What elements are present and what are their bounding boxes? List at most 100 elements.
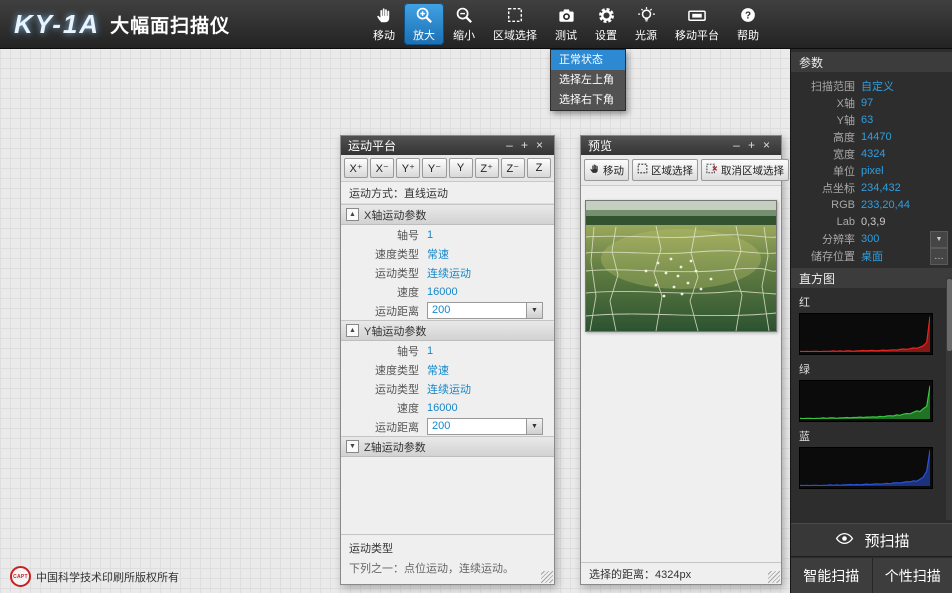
footer-description: 下列之一：点位运动，连续运动。 — [349, 560, 546, 576]
row-value[interactable]: 16000 — [427, 402, 458, 414]
tool-help[interactable]: ? 帮助 — [728, 0, 768, 48]
scrollbar-thumb[interactable] — [947, 279, 952, 351]
motion-mode-value: 直线运动 — [404, 185, 448, 201]
collapse-up-icon[interactable]: ▲ — [346, 324, 359, 337]
button-label: 预扫描 — [864, 530, 909, 551]
y-distance-dropdown[interactable]: 200 ▼ — [427, 418, 543, 435]
histogram-blue-label: 蓝 — [791, 422, 952, 447]
row-value[interactable]: 连续运动 — [427, 265, 471, 281]
minimize-button[interactable]: – — [729, 136, 744, 155]
toolbar-buttons: 移动 放大 缩小 区域选择 — [364, 0, 768, 48]
menu-item-select-top-left[interactable]: 选择左上角 — [551, 70, 625, 90]
histogram-green-label: 绿 — [791, 355, 952, 380]
jog-y-button[interactable]: Y — [449, 158, 473, 178]
menu-item-select-bottom-right[interactable]: 选择右下角 — [551, 90, 625, 110]
row-label: 轴号 — [341, 343, 427, 359]
tool-zoom-in[interactable]: 放大 — [404, 3, 444, 45]
menu-item-normal-state[interactable]: 正常状态 — [551, 50, 625, 70]
param-value[interactable]: pixel — [861, 165, 884, 177]
custom-scan-button[interactable]: 个性扫描 — [872, 558, 952, 593]
tool-settings[interactable]: 设置 — [586, 0, 626, 48]
sidebar-scrollbar[interactable] — [946, 277, 952, 520]
tool-label: 区域选择 — [493, 27, 537, 43]
tool-label: 缩小 — [453, 27, 475, 43]
preview-cancel-region-button[interactable]: 取消区域选择 — [701, 159, 789, 181]
resize-grip[interactable] — [541, 571, 553, 583]
collapse-down-icon[interactable]: ▼ — [346, 440, 359, 453]
capt-logo: CAPT — [10, 566, 31, 587]
jog-z-button[interactable]: Z — [527, 158, 551, 178]
browse-icon[interactable]: … — [930, 248, 948, 265]
jog-x-plus-button[interactable]: X⁺ — [344, 158, 368, 178]
section-header-y-axis[interactable]: ▲ Y轴运动参数 — [341, 320, 554, 341]
tool-zoom-out[interactable]: 缩小 — [444, 0, 484, 48]
row-value[interactable]: 常速 — [427, 246, 449, 262]
dropdown-arrow-icon[interactable]: ▼ — [526, 303, 542, 318]
param-scan-range: 扫描范围自定义 — [791, 77, 952, 94]
section-title: Z轴运动参数 — [364, 439, 426, 455]
bulb-icon — [637, 5, 656, 25]
param-label: 储存位置 — [791, 248, 861, 264]
parameters-header: 参数 — [791, 52, 952, 72]
param-value[interactable]: 桌面 — [861, 248, 883, 264]
jog-z-plus-button[interactable]: Z⁺ — [475, 158, 499, 178]
motion-panel-footer: 运动类型 下列之一：点位运动，连续运动。 — [341, 534, 554, 584]
maximize-button[interactable]: + — [517, 136, 532, 155]
param-x-axis: X轴97 — [791, 94, 952, 111]
section-header-z-axis[interactable]: ▼ Z轴运动参数 — [341, 436, 554, 457]
tool-label: 设置 — [595, 27, 617, 43]
tool-light[interactable]: 光源 — [626, 0, 666, 48]
row-label: 速度类型 — [341, 246, 427, 262]
param-height: 高度14470 — [791, 128, 952, 145]
jog-y-minus-button[interactable]: Y⁻ — [422, 158, 446, 178]
preview-image[interactable] — [585, 200, 777, 332]
jog-y-plus-button[interactable]: Y⁺ — [396, 158, 420, 178]
param-value[interactable]: 自定义 — [861, 78, 894, 94]
preview-toolbar: 移动 区域选择 取消区域选择 — [581, 155, 781, 186]
resolution-dropdown-icon[interactable]: ▼ — [930, 231, 948, 248]
collapse-up-icon[interactable]: ▲ — [346, 208, 359, 221]
section-header-x-axis[interactable]: ▲ X轴运动参数 — [341, 204, 554, 225]
button-label: 移动 — [603, 163, 624, 178]
close-button[interactable]: × — [532, 136, 547, 155]
tool-platform[interactable]: 移动平台 — [666, 0, 728, 48]
resize-grip[interactable] — [768, 571, 780, 583]
tool-test[interactable]: 测试 — [546, 0, 586, 48]
close-button[interactable]: × — [759, 136, 774, 155]
scan-buttons-row: 智能扫描 个性扫描 — [791, 558, 952, 593]
smart-scan-button[interactable]: 智能扫描 — [791, 558, 872, 593]
maximize-button[interactable]: + — [744, 136, 759, 155]
row-label: 速度 — [341, 400, 427, 416]
x-distance-dropdown[interactable]: 200 ▼ — [427, 302, 543, 319]
minimize-button[interactable]: – — [502, 136, 517, 155]
histogram-red — [799, 313, 933, 355]
prescan-button[interactable]: 预扫描 — [791, 523, 952, 557]
row-value[interactable]: 连续运动 — [427, 381, 471, 397]
tool-move[interactable]: 移动 — [364, 0, 404, 48]
jog-x-minus-button[interactable]: X⁻ — [370, 158, 394, 178]
preview-region-select-button[interactable]: 区域选择 — [632, 159, 698, 181]
preview-panel-titlebar[interactable]: 预览 – + × — [581, 136, 781, 155]
param-label: 高度 — [791, 129, 861, 145]
motion-mode-label: 运动方式： — [349, 185, 404, 201]
param-value: 0,3,9 — [861, 216, 885, 228]
param-value: 233,20,44 — [861, 199, 910, 211]
zoom-in-icon — [415, 5, 434, 25]
param-unit: 单位pixel — [791, 162, 952, 179]
row-value[interactable]: 16000 — [427, 286, 458, 298]
param-value[interactable]: 300 — [861, 233, 879, 245]
param-label: 单位 — [791, 163, 861, 179]
preview-status-bar: 选择的距离：4324px — [581, 562, 781, 584]
region-select-icon — [506, 5, 524, 25]
jog-z-minus-button[interactable]: Z⁻ — [501, 158, 525, 178]
motion-panel-titlebar[interactable]: 运动平台 – + × — [341, 136, 554, 155]
button-label: 取消区域选择 — [721, 163, 784, 178]
param-row: 运动距离 200 ▼ — [341, 417, 554, 436]
row-value[interactable]: 常速 — [427, 362, 449, 378]
tool-region-select[interactable]: 区域选择 — [484, 0, 546, 48]
dropdown-value: 200 — [428, 303, 526, 318]
jog-button-row: X⁺ X⁻ Y⁺ Y⁻ Y Z⁺ Z⁻ Z — [341, 155, 554, 182]
dropdown-arrow-icon[interactable]: ▼ — [526, 419, 542, 434]
preview-move-button[interactable]: 移动 — [584, 159, 629, 181]
app-window: KY-1A 大幅面扫描仪 移动 放大 缩小 — [0, 0, 952, 593]
